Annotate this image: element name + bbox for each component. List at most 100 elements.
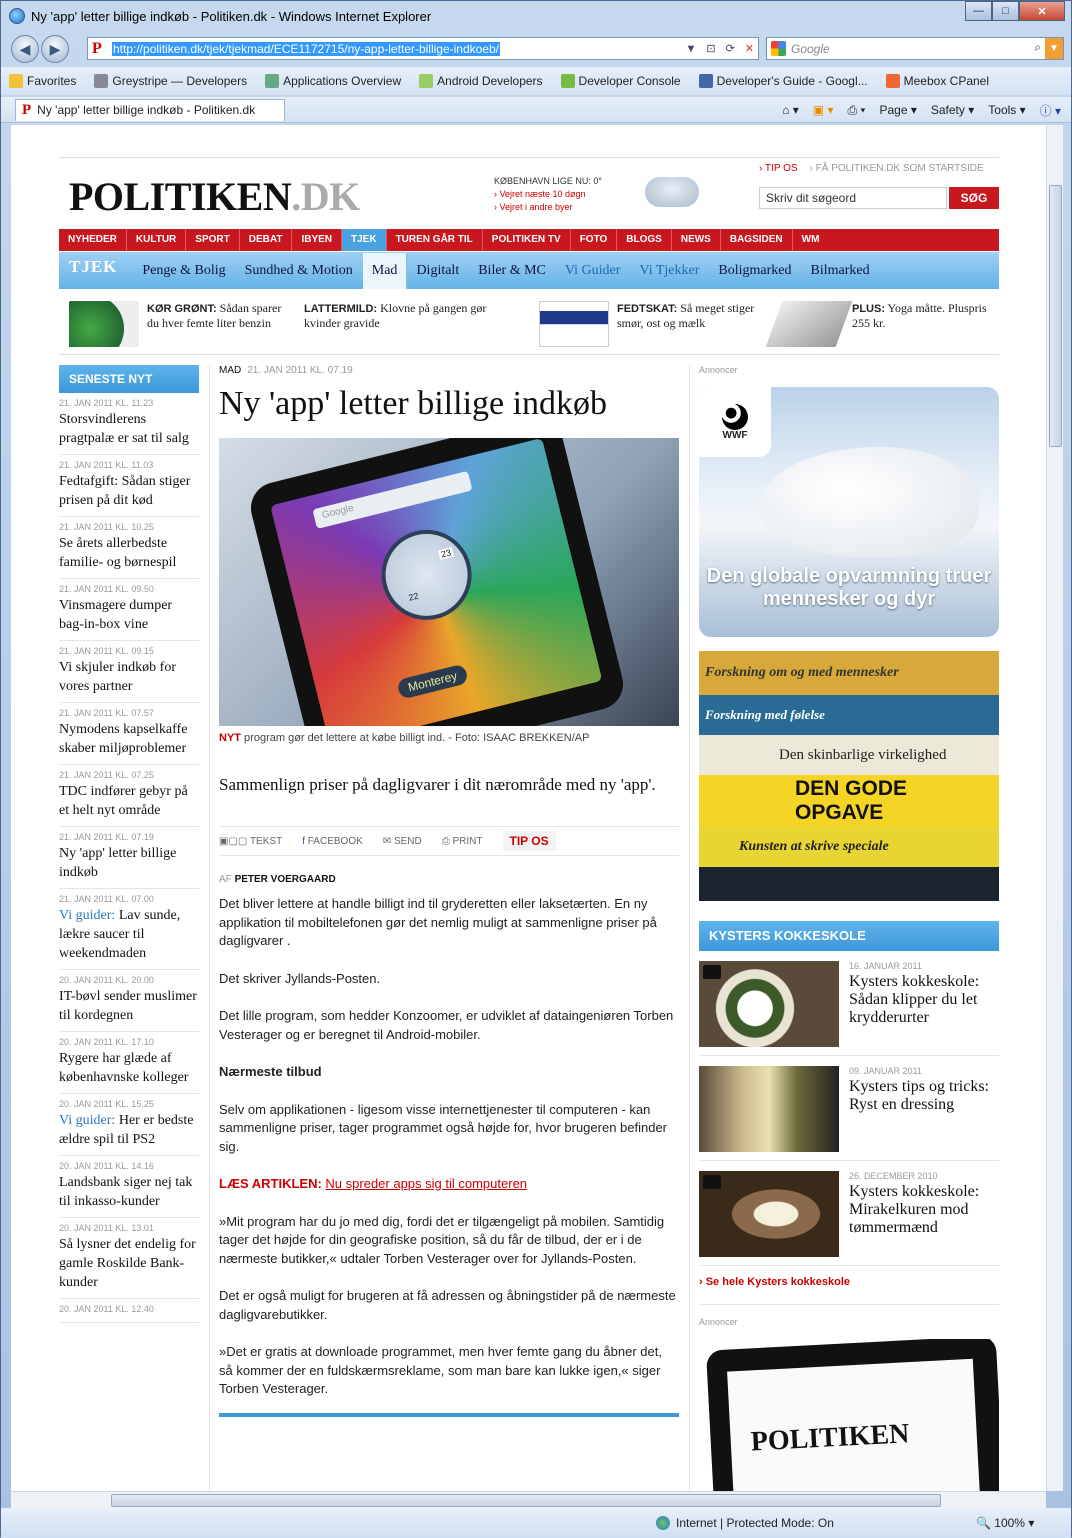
close-button[interactable]: ✕ bbox=[1019, 1, 1065, 21]
vertical-scrollbar[interactable] bbox=[1046, 125, 1063, 1491]
latest-title[interactable]: Rygere har glæde af københavnske kollege… bbox=[59, 1049, 199, 1087]
refresh-icon[interactable]: ⟳ bbox=[726, 42, 735, 55]
search-options-icon[interactable]: ▼ bbox=[1045, 38, 1063, 59]
latest-title[interactable]: Vi guider: Lav sunde, lækre saucer til w… bbox=[59, 906, 199, 963]
subnav-sundhed[interactable]: Sundhed & Motion bbox=[236, 262, 363, 279]
weather-link-cities[interactable]: › Vejret i andre byer bbox=[494, 201, 602, 214]
latest-title[interactable]: IT-bøvl sender muslimer til kordegnen bbox=[59, 987, 199, 1025]
latest-title[interactable]: Vi guider: Her er bedste ældre spil til … bbox=[59, 1111, 199, 1149]
scroll-thumb[interactable] bbox=[111, 1494, 941, 1507]
address-url[interactable]: http://politiken.dk/tjek/tjekmad/ECE1172… bbox=[112, 41, 500, 56]
fav-item-dev-console[interactable]: Developer Console bbox=[560, 74, 681, 88]
tab-politiken[interactable]: P Ny 'app' letter billige indkøb - Politi… bbox=[15, 98, 285, 121]
latest-title[interactable]: Vinsmagere dumper bag-in-box vine bbox=[59, 596, 199, 634]
print-icon[interactable]: ⎙ ▾ bbox=[848, 103, 866, 118]
latest-item[interactable]: 21. JAN 2011 KL. 10.25 Se årets allerbeds… bbox=[59, 517, 199, 579]
kk-item[interactable]: 26. DECEMBER 2010 Kysters kokkeskole: Mir… bbox=[699, 1171, 999, 1266]
nav-wm[interactable]: WM bbox=[793, 229, 829, 251]
kk-title[interactable]: Kysters tips og tricks: Ryst en dressing bbox=[849, 1078, 999, 1114]
feeds-icon[interactable]: ▣ ▾ bbox=[813, 103, 834, 117]
site-logo[interactable]: POLITIKEN.DK bbox=[69, 173, 360, 220]
subnav-mad[interactable]: Mad bbox=[362, 252, 408, 289]
ipad-ad[interactable]: POLITIKEN bbox=[699, 1339, 999, 1491]
latest-item[interactable]: 21. JAN 2011 KL. 11.03 Fedtafgift: Sådan … bbox=[59, 455, 199, 517]
promo-item[interactable]: LATTERMILD: Klovne på gangen gør kvinder… bbox=[304, 301, 524, 330]
nav-blogs[interactable]: BLOGS bbox=[617, 229, 672, 251]
subnav-penge-bolig[interactable]: Penge & Bolig bbox=[133, 262, 236, 279]
nav-ibyen[interactable]: IBYEN bbox=[292, 229, 342, 251]
nav-debat[interactable]: DEBAT bbox=[240, 229, 293, 251]
maximize-button[interactable]: □ bbox=[992, 1, 1019, 21]
subnav-bilmarked[interactable]: Bilmarked bbox=[801, 263, 878, 279]
section-label[interactable]: MAD bbox=[219, 365, 241, 376]
security-zone[interactable]: Internet | Protected Mode: On bbox=[656, 1516, 834, 1530]
scroll-thumb[interactable] bbox=[1049, 185, 1062, 447]
nav-nyheder[interactable]: NYHEDER bbox=[59, 229, 127, 251]
video-thumbnail[interactable] bbox=[699, 961, 839, 1047]
latest-item[interactable]: 21. JAN 2011 KL. 07.57 Nymodens kapselkaf… bbox=[59, 703, 199, 765]
kk-title[interactable]: Kysters kokkeskole: Mirakelkuren mod tøm… bbox=[849, 1183, 999, 1237]
nav-tjek[interactable]: TJEK bbox=[342, 229, 387, 251]
promo-item[interactable]: KØR GRØNT: Sådan sparer du hver femte li… bbox=[69, 301, 289, 347]
latest-title[interactable]: Så lysner det endelig for gamle Roskilde… bbox=[59, 1235, 199, 1292]
latest-item[interactable]: 20. JAN 2011 KL. 17.10 Rygere har glæde a… bbox=[59, 1032, 199, 1094]
horizontal-scrollbar[interactable] bbox=[11, 1491, 1046, 1508]
home-icon[interactable]: ⌂ ▾ bbox=[782, 103, 799, 117]
nav-turen[interactable]: TUREN GÅR TIL bbox=[387, 229, 483, 251]
latest-item[interactable]: 21. JAN 2011 KL. 09.15 Vi skjuler indkøb … bbox=[59, 641, 199, 703]
browser-search-input[interactable]: Google ⌕ ▼ bbox=[766, 37, 1064, 60]
latest-item[interactable]: 21. JAN 2011 KL. 11.23 Storsvindlerens pr… bbox=[59, 393, 199, 455]
weather-link-10days[interactable]: › Vejret næste 10 døgn bbox=[494, 188, 602, 201]
stop-icon[interactable]: ✕ bbox=[745, 42, 754, 55]
promo-item[interactable]: PLUS: Yoga måtte. Pluspris 255 kr. bbox=[765, 301, 999, 347]
subnav-vi-guider[interactable]: Vi Guider bbox=[556, 262, 631, 279]
facebook-share[interactable]: f FACEBOOK bbox=[302, 836, 363, 847]
send-button[interactable]: ✉ SEND bbox=[383, 836, 422, 847]
kk-item[interactable]: 09. JANUAR 2011 Kysters tips og tricks: R… bbox=[699, 1066, 999, 1161]
latest-item[interactable]: 21. JAN 2011 KL. 07.19 Ny 'app' letter bi… bbox=[59, 827, 199, 889]
kk-all-link[interactable]: › Se hele Kysters kokkeskole bbox=[699, 1276, 999, 1305]
fav-item-meebox[interactable]: Meebox CPanel bbox=[885, 74, 989, 88]
nav-news[interactable]: NEWS bbox=[672, 229, 721, 251]
tools-menu[interactable]: Tools ▾ bbox=[988, 103, 1025, 117]
nav-foto[interactable]: FOTO bbox=[571, 229, 618, 251]
site-search-input[interactable]: Skriv dit søgeord bbox=[759, 187, 947, 209]
help-icon[interactable]: ⓘ ▾ bbox=[1040, 102, 1061, 119]
latest-item[interactable]: 20. JAN 2011 KL. 14.16 Landsbank siger ne… bbox=[59, 1156, 199, 1218]
nav-sport[interactable]: SPORT bbox=[186, 229, 240, 251]
latest-title[interactable]: Se årets allerbedste familie- og børnesp… bbox=[59, 534, 199, 572]
address-bar[interactable]: P http://politiken.dk/tjek/tjekmad/ECE11… bbox=[87, 37, 759, 60]
latest-item[interactable]: 20. JAN 2011 KL. 15.25 Vi guider: Her er … bbox=[59, 1094, 199, 1156]
minimize-button[interactable]: — bbox=[965, 1, 992, 21]
subnav-biler[interactable]: Biler & MC bbox=[469, 262, 556, 279]
startside-link[interactable]: › FÅ POLITIKEN.DK SOM STARTSIDE bbox=[810, 163, 984, 174]
fav-item-greystripe[interactable]: Greystripe — Developers bbox=[94, 74, 247, 88]
forward-button[interactable]: ▶ bbox=[41, 35, 69, 63]
latest-item[interactable]: 21. JAN 2011 KL. 09.50 Vinsmagere dumper … bbox=[59, 579, 199, 641]
favorites-button[interactable]: Favorites bbox=[9, 74, 76, 88]
tipos-link[interactable]: › TIP OS bbox=[759, 163, 798, 174]
print-button[interactable]: ⎙ PRINT bbox=[442, 836, 483, 847]
related-link[interactable]: Nu spreder apps sig til computeren bbox=[325, 1176, 527, 1191]
search-button[interactable]: SØG bbox=[949, 187, 999, 209]
subnav-boligmarked[interactable]: Boligmarked bbox=[709, 262, 802, 279]
latest-title[interactable]: TDC indfører gebyr på et helt nyt område bbox=[59, 782, 199, 820]
promo-item[interactable]: FEDTSKAT: Så meget stiger smør, ost og m… bbox=[539, 301, 759, 347]
author[interactable]: PETER VOERGAARD bbox=[235, 874, 336, 885]
books-ad[interactable]: Forskning om og med mennesker Forskning … bbox=[699, 651, 999, 901]
nav-politiken-tv[interactable]: POLITIKEN TV bbox=[483, 229, 571, 251]
latest-title[interactable]: Ny 'app' letter billige indkøb bbox=[59, 844, 199, 882]
dropdown-icon[interactable]: ▼ bbox=[685, 43, 696, 55]
latest-title[interactable]: Vi skjuler indkøb for vores partner bbox=[59, 658, 199, 696]
back-button[interactable]: ◀ bbox=[11, 35, 39, 63]
kk-item[interactable]: 16. JANUAR 2011 Kysters kokkeskole: Sådan… bbox=[699, 961, 999, 1056]
safety-menu[interactable]: Safety ▾ bbox=[931, 103, 974, 117]
latest-title[interactable]: Fedtafgift: Sådan stiger prisen på dit k… bbox=[59, 472, 199, 510]
video-thumbnail[interactable] bbox=[699, 1171, 839, 1257]
latest-item[interactable]: 20. JAN 2011 KL. 13.01 Så lysner det ende… bbox=[59, 1218, 199, 1299]
search-icon[interactable]: ⌕ bbox=[1034, 40, 1041, 55]
page-menu[interactable]: Page ▾ bbox=[879, 103, 916, 117]
latest-title[interactable]: Nymodens kapselkaffe skaber miljøproblem… bbox=[59, 720, 199, 758]
latest-title[interactable]: Landsbank siger nej tak til inkasso-kund… bbox=[59, 1173, 199, 1211]
fav-item-apps-overview[interactable]: Applications Overview bbox=[265, 74, 401, 88]
